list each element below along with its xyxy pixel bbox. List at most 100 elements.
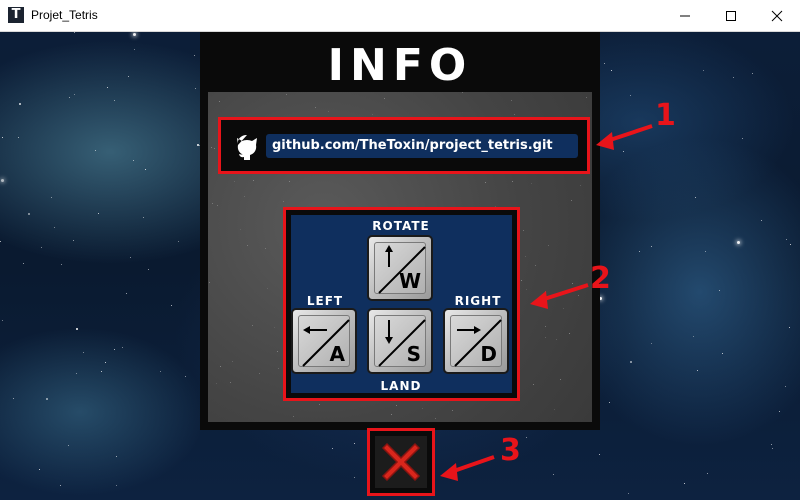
texture-speck	[372, 114, 373, 115]
star	[354, 443, 355, 444]
star	[13, 398, 14, 399]
texture-speck	[586, 97, 587, 98]
star	[19, 103, 21, 105]
star	[122, 347, 123, 348]
star	[145, 169, 146, 170]
star	[0, 241, 1, 242]
star	[707, 473, 708, 474]
texture-speck	[580, 185, 581, 186]
close-button-highlight	[367, 428, 435, 496]
texture-speck	[289, 181, 290, 182]
texture-speck	[232, 361, 233, 362]
left-label: LEFT	[306, 294, 344, 308]
texture-speck	[548, 245, 549, 246]
texture-speck	[545, 291, 546, 292]
arrow-left-icon	[302, 319, 350, 367]
github-link-box[interactable]: github.com/TheToxin/project_tetris.git	[226, 125, 582, 166]
star	[695, 197, 696, 198]
texture-speck	[216, 383, 217, 384]
star	[39, 469, 40, 470]
star	[95, 150, 96, 151]
texture-speck	[572, 283, 573, 284]
star	[74, 94, 75, 95]
star	[116, 485, 117, 486]
star	[719, 290, 720, 291]
github-octocat-icon	[237, 135, 257, 160]
star	[171, 305, 172, 306]
s-key-letter: S	[406, 342, 421, 366]
star	[2, 137, 3, 138]
star	[23, 263, 24, 264]
controls-box: ROTATE LEFT RIGHT LAND W A S D	[291, 215, 512, 393]
texture-speck	[545, 326, 546, 327]
star	[752, 73, 753, 74]
minimize-button[interactable]	[662, 0, 708, 31]
arrow-right-icon	[454, 319, 502, 367]
texture-speck	[214, 148, 215, 149]
star	[684, 483, 685, 484]
star	[74, 32, 75, 33]
texture-speck	[267, 288, 268, 289]
star	[160, 371, 161, 372]
red-x-icon	[381, 442, 421, 482]
star	[54, 227, 55, 228]
star	[51, 197, 52, 198]
close-panel-button[interactable]	[375, 436, 427, 488]
star	[639, 251, 640, 252]
texture-speck	[545, 337, 546, 338]
star	[178, 241, 179, 242]
window-titlebar: T Projet_Tetris	[0, 0, 800, 32]
texture-speck	[230, 382, 231, 383]
texture-speck	[274, 327, 275, 328]
star	[130, 257, 131, 258]
star	[73, 240, 74, 241]
star	[195, 88, 196, 89]
star	[604, 63, 605, 64]
texture-speck	[526, 289, 527, 290]
star	[790, 244, 791, 245]
star	[651, 246, 652, 247]
texture-speck	[554, 409, 555, 410]
texture-speck	[247, 245, 248, 246]
texture-speck	[328, 111, 329, 112]
texture-speck	[293, 416, 294, 417]
texture-speck	[384, 98, 385, 99]
star	[697, 370, 698, 371]
texture-speck	[217, 205, 218, 206]
star	[133, 160, 134, 161]
texture-speck	[319, 404, 320, 405]
star	[722, 353, 723, 354]
star	[779, 411, 780, 412]
texture-speck	[240, 229, 241, 230]
star	[194, 55, 195, 56]
star	[68, 445, 69, 446]
texture-speck	[533, 384, 534, 385]
star	[61, 264, 62, 265]
texture-speck	[277, 351, 278, 352]
star	[789, 327, 790, 328]
texture-speck	[523, 230, 524, 231]
texture-speck	[571, 200, 572, 201]
texture-speck	[512, 181, 513, 182]
w-key: W	[367, 235, 433, 301]
star	[609, 402, 610, 403]
texture-speck	[535, 265, 536, 266]
minimize-icon	[680, 15, 690, 16]
star	[133, 33, 136, 36]
star	[733, 77, 734, 78]
github-link-highlight: github.com/TheToxin/project_tetris.git	[218, 117, 590, 174]
star	[354, 477, 355, 478]
star	[98, 213, 99, 214]
texture-speck	[252, 325, 253, 326]
texture-speck	[563, 308, 564, 309]
star	[786, 239, 787, 240]
star	[114, 100, 115, 101]
star	[28, 213, 30, 215]
maximize-button[interactable]	[708, 0, 754, 31]
star	[69, 97, 70, 98]
d-key-letter: D	[480, 342, 497, 366]
texture-speck	[219, 101, 220, 102]
star	[771, 444, 772, 445]
github-link[interactable]: github.com/TheToxin/project_tetris.git	[266, 134, 578, 158]
close-window-button[interactable]	[754, 0, 800, 31]
